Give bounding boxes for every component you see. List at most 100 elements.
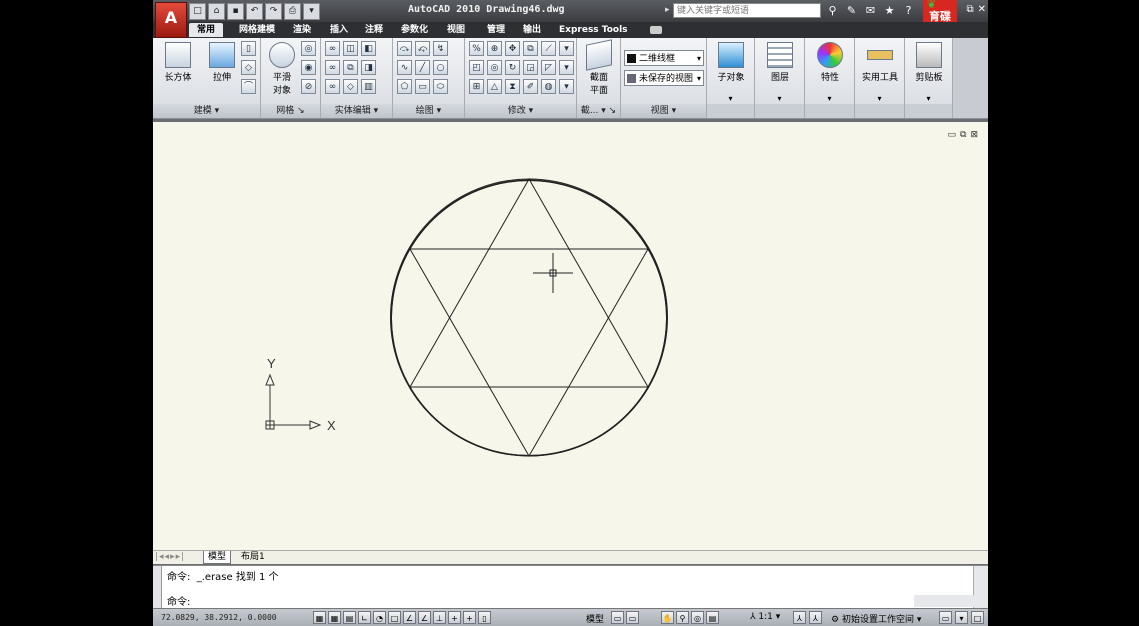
chamfer-icon[interactable]: ◸ — [541, 60, 556, 75]
zoom-icon[interactable]: ⚲ — [676, 611, 689, 624]
ortho-icon[interactable]: ∟ — [358, 611, 371, 624]
polygon-icon[interactable]: ⬠ — [397, 79, 412, 94]
binoculars-icon[interactable]: ⚲ — [825, 3, 840, 18]
panel-title-mesh[interactable]: 网格 ↘ — [261, 104, 320, 118]
pan-icon[interactable]: ✋ — [661, 611, 674, 624]
panel-subobject[interactable]: 子对象 ▾ — [707, 38, 755, 118]
union-icon[interactable]: ∞ — [325, 41, 340, 56]
chevron-down-icon[interactable]: ▾ — [707, 94, 754, 103]
panel-properties[interactable]: 特性 ▾ — [805, 38, 855, 118]
quick-properties-icon[interactable]: ▯ — [478, 611, 491, 624]
command-hscrollbar[interactable] — [914, 595, 974, 607]
box-button[interactable]: 长方体 — [159, 42, 197, 83]
scale-icon[interactable]: ◲ — [523, 60, 538, 75]
3d-osnap-icon[interactable]: ∠ — [403, 611, 416, 624]
extract-edges-icon[interactable]: ◫ — [343, 41, 358, 56]
panel-title-draw[interactable]: 绘图 ▾ — [393, 104, 464, 118]
copy-icon[interactable]: ⧉ — [523, 41, 538, 56]
redo-icon[interactable]: ↷ — [265, 3, 282, 20]
close-icon[interactable]: ✕ — [978, 4, 986, 15]
more-modify-icon[interactable]: ▾ — [559, 79, 574, 94]
line-icon[interactable]: ╱ — [415, 60, 430, 75]
rotate-icon[interactable]: ↻ — [505, 60, 520, 75]
layout-nav-arrows[interactable]: |◂◂▸▸| — [155, 552, 185, 562]
command-window-grip[interactable] — [153, 566, 162, 609]
ellipse-icon[interactable]: ⬭ — [433, 79, 448, 94]
annotation-visibility-icon[interactable]: ⅄ — [793, 611, 806, 624]
presspull-icon[interactable]: ◇ — [241, 60, 256, 75]
explode-icon[interactable]: ◍ — [541, 79, 556, 94]
vertical-arc-left[interactable] — [390, 178, 530, 457]
vertical-arc-right[interactable] — [528, 178, 668, 457]
mesh-refine-icon[interactable]: ⊘ — [301, 79, 316, 94]
layers-button[interactable]: 图层 — [761, 42, 799, 83]
restore-icon[interactable]: ⧉ — [966, 4, 973, 15]
tab-insert[interactable]: 插入 — [330, 23, 348, 37]
panel-title-view[interactable]: 视图 ▾ — [621, 104, 706, 118]
showmotion-icon[interactable]: ▤ — [706, 611, 719, 624]
circle-icon[interactable]: ○ — [433, 60, 448, 75]
communication-icon[interactable]: ✉ — [863, 3, 878, 18]
chevron-down-icon[interactable]: ▾ — [855, 94, 904, 103]
annotation-scale[interactable]: ⅄ 1:1 ▾ — [750, 612, 780, 622]
rectangle-icon[interactable]: ▭ — [415, 79, 430, 94]
tab-layout1[interactable]: 布局1 — [237, 551, 269, 563]
command-scrollbar[interactable] — [973, 566, 988, 609]
downward-triangle[interactable] — [409, 248, 649, 458]
shell-icon[interactable]: ▥ — [361, 79, 376, 94]
upward-triangle[interactable] — [409, 177, 649, 388]
open-icon[interactable]: ⌂ — [208, 3, 225, 20]
auto-scale-icon[interactable]: ⅄ — [809, 611, 822, 624]
mesh-smooth-less-icon[interactable]: ◉ — [301, 60, 316, 75]
application-menu-button[interactable]: A — [155, 2, 187, 38]
utilities-button[interactable]: 实用工具 — [861, 42, 899, 83]
tab-model[interactable]: 模型 — [203, 551, 232, 564]
polar-tracking-icon[interactable]: ◔ — [373, 611, 386, 624]
workspace-switch[interactable]: ⚙ 初始设置工作空间 ▾ — [831, 612, 921, 625]
tab-view[interactable]: 视图 — [447, 23, 465, 37]
polysolid-icon[interactable]: ▯ — [241, 41, 256, 56]
spline-icon[interactable]: ∿ — [397, 60, 412, 75]
slice-icon[interactable]: ◨ — [361, 60, 376, 75]
subscription-icon[interactable]: ✎ — [844, 3, 859, 18]
array-icon[interactable]: ⊞ — [469, 79, 484, 94]
new-icon[interactable]: □ — [189, 3, 206, 20]
panel-title-solid-edit[interactable]: 实体编辑 ▾ — [321, 104, 392, 118]
3d-move-icon[interactable]: ⊕ — [487, 41, 502, 56]
help-icon[interactable]: ? — [901, 3, 916, 18]
quick-view-drawings-icon[interactable]: ▭ — [626, 611, 639, 624]
stretch-icon[interactable]: ◰ — [469, 60, 484, 75]
subtract-icon[interactable]: ∞ — [325, 60, 340, 75]
tab-annotate[interactable]: 注释 — [365, 23, 383, 37]
3d-align-icon[interactable]: △ — [487, 79, 502, 94]
smooth-object-button[interactable]: 平滑 对象 — [263, 42, 301, 96]
object-snap-icon[interactable]: □ — [388, 611, 401, 624]
tab-express-tools[interactable]: Express Tools — [559, 23, 628, 37]
clean-screen-icon[interactable]: □ — [971, 611, 984, 624]
panel-layers[interactable]: 图层 ▾ — [755, 38, 805, 118]
qat-dropdown-icon[interactable]: ▾ — [303, 3, 320, 20]
sweep-icon[interactable]: ⌒ — [241, 79, 256, 94]
grid-icon[interactable]: ▤ — [343, 611, 356, 624]
panel-utilities[interactable]: 实用工具 ▾ — [855, 38, 905, 118]
intersect-icon[interactable]: ∞ — [325, 79, 340, 94]
erase-icon[interactable]: ✐ — [523, 79, 538, 94]
separate-icon[interactable]: ◧ — [361, 41, 376, 56]
3d-polyline-icon[interactable]: ⤽ — [415, 41, 430, 56]
panel-title-modify[interactable]: 修改 ▾ — [465, 104, 576, 118]
undo-icon[interactable]: ↶ — [246, 3, 263, 20]
polyline-icon[interactable]: ⤼ — [397, 41, 412, 56]
chevron-down-icon[interactable]: ▾ — [905, 94, 952, 103]
ducs-icon[interactable]: ⊥ — [433, 611, 446, 624]
tab-manage[interactable]: 管理 — [487, 23, 505, 37]
section-plane-button[interactable]: 截面 平面 — [580, 39, 618, 96]
mirror-icon[interactable]: ⧗ — [505, 79, 520, 94]
panel-title-modeling[interactable]: 建模 ▾ — [153, 104, 260, 118]
favorites-icon[interactable]: ★ — [882, 3, 897, 18]
status-menu-icon[interactable]: ▾ — [955, 611, 968, 624]
visual-style-select[interactable]: 二维线框 ▾ — [624, 50, 704, 66]
quick-view-layouts-icon[interactable]: ▭ — [611, 611, 624, 624]
lineweight-icon[interactable]: + — [463, 611, 476, 624]
panel-clipboard[interactable]: 剪贴板 ▾ — [905, 38, 953, 118]
tab-mesh-modeling[interactable]: 网格建模 — [239, 23, 275, 37]
